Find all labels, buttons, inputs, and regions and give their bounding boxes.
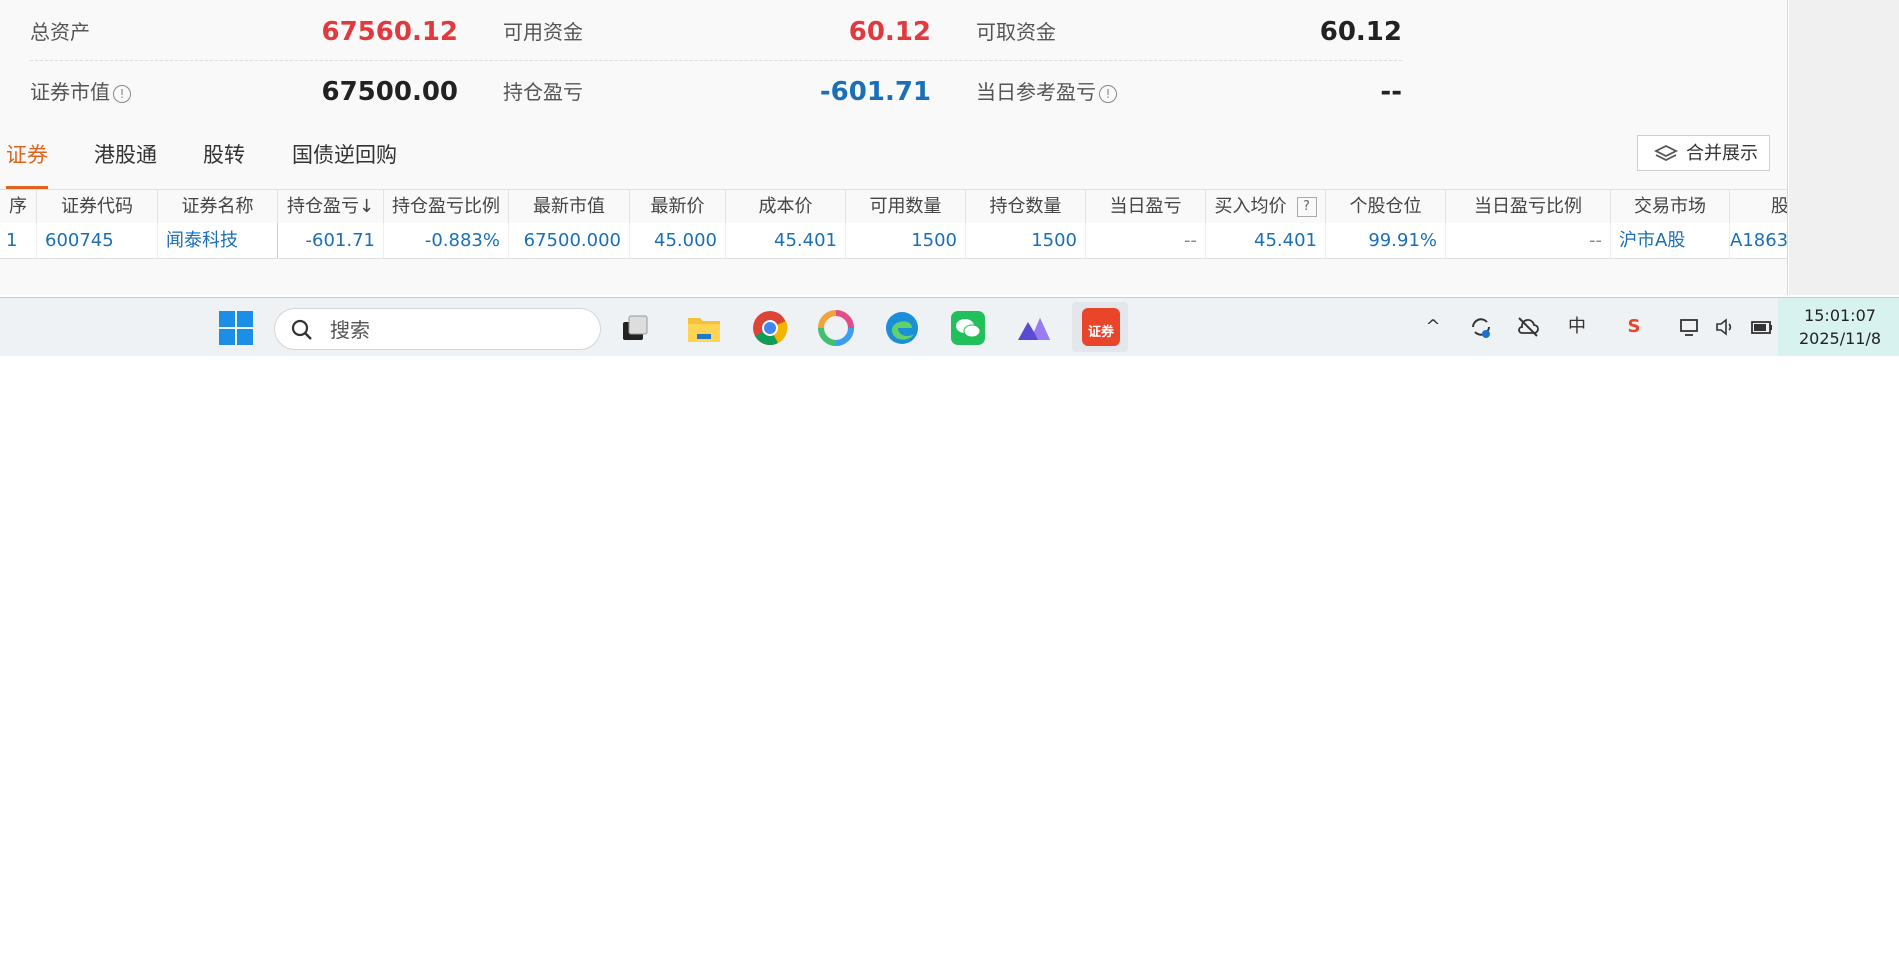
market-value-value: 67500.00 bbox=[321, 77, 458, 107]
photos-icon[interactable] bbox=[818, 310, 854, 346]
cell-position-ratio: 99.91% bbox=[1326, 223, 1446, 258]
sogou-input-icon[interactable]: S bbox=[1622, 315, 1646, 339]
col-header-position-ratio[interactable]: 个股仓位 bbox=[1326, 190, 1446, 223]
col-header-holding-qty[interactable]: 持仓数量 bbox=[966, 190, 1086, 223]
tab-hk-connect[interactable]: 港股通 bbox=[94, 138, 157, 188]
volume-icon[interactable] bbox=[1714, 315, 1738, 339]
battery-icon[interactable] bbox=[1750, 315, 1774, 339]
col-header-pnl-ratio[interactable]: 持仓盈亏比例 bbox=[384, 190, 509, 223]
background-window-edge bbox=[1789, 0, 1899, 295]
sync-icon[interactable] bbox=[1469, 315, 1493, 339]
info-icon[interactable]: ! bbox=[1099, 84, 1117, 103]
table-header: 序 证券代码 证券名称 持仓盈亏↓ 持仓盈亏比例 最新市值 最新价 成本价 可用… bbox=[0, 189, 1787, 224]
layers-icon bbox=[1654, 144, 1678, 162]
chrome-icon[interactable] bbox=[752, 310, 788, 346]
position-pnl-value: -601.71 bbox=[819, 77, 931, 107]
tab-reverse-repo[interactable]: 国债逆回购 bbox=[292, 138, 397, 188]
col-header-avg-buy-price[interactable]: 买入均价? bbox=[1206, 190, 1326, 223]
withdrawable-funds-value: 60.12 bbox=[1319, 17, 1402, 47]
cell-avg-buy-price: 45.401 bbox=[1206, 223, 1326, 258]
info-icon[interactable]: ! bbox=[113, 84, 131, 103]
taskbar-search-box[interactable]: 搜索 bbox=[274, 308, 601, 350]
trading-window: 总资产 67560.12 可用资金 60.12 可取资金 60.12 证券市值!… bbox=[0, 0, 1788, 295]
col-header-position-pnl-text: 持仓盈亏 bbox=[286, 196, 359, 217]
available-funds-label: 可用资金 bbox=[503, 20, 583, 44]
ime-indicator[interactable]: 中 bbox=[1565, 315, 1589, 339]
cell-last-price: 45.000 bbox=[630, 223, 726, 258]
edge-icon[interactable] bbox=[884, 310, 920, 346]
cell-holding-qty: 1500 bbox=[966, 223, 1086, 258]
search-icon bbox=[291, 319, 312, 340]
tab-securities[interactable]: 证券 bbox=[6, 138, 48, 189]
col-header-market[interactable]: 交易市场 bbox=[1611, 190, 1730, 223]
search-placeholder: 搜索 bbox=[330, 318, 370, 342]
summary-row-2: 证券市值! 67500.00 持仓盈亏 -601.71 当日参考盈亏! -- bbox=[30, 62, 1402, 120]
col-header-market-value[interactable]: 最新市值 bbox=[509, 190, 630, 223]
cell-name: 闻泰科技 bbox=[158, 223, 278, 258]
col-header-last-price[interactable]: 最新价 bbox=[630, 190, 726, 223]
col-header-cost-price[interactable]: 成本价 bbox=[726, 190, 846, 223]
cell-index: 1 bbox=[0, 223, 37, 258]
cell-cost-price: 45.401 bbox=[726, 223, 846, 258]
daily-ref-pnl-label-text: 当日参考盈亏 bbox=[976, 80, 1096, 104]
mountain-app-icon[interactable] bbox=[1016, 310, 1052, 346]
daily-ref-pnl-value: -- bbox=[1380, 77, 1402, 107]
col-header-name[interactable]: 证券名称 bbox=[158, 190, 278, 223]
col-header-daily-pnl[interactable]: 当日盈亏 bbox=[1086, 190, 1206, 223]
cell-shareholder: A1863 bbox=[1730, 230, 1787, 251]
col-header-daily-pnl-ratio[interactable]: 当日盈亏比例 bbox=[1446, 190, 1611, 223]
col-header-available-qty[interactable]: 可用数量 bbox=[846, 190, 966, 223]
cell-daily-pnl: -- bbox=[1086, 223, 1206, 258]
clock-date: 2025/11/8 bbox=[1798, 329, 1882, 348]
col-header-position-pnl[interactable]: 持仓盈亏↓ bbox=[278, 190, 384, 223]
col-header-avg-buy-price-text: 买入均价 bbox=[1214, 196, 1287, 217]
chevron-up-icon[interactable]: ^ bbox=[1421, 315, 1445, 339]
tab-share-transfer[interactable]: 股转 bbox=[203, 138, 245, 188]
position-pnl-label: 持仓盈亏 bbox=[503, 80, 583, 104]
sort-desc-icon: ↓ bbox=[358, 196, 375, 217]
network-icon[interactable] bbox=[1678, 315, 1702, 339]
daily-ref-pnl-label: 当日参考盈亏! bbox=[976, 62, 1136, 120]
available-funds-value: 60.12 bbox=[848, 17, 931, 47]
task-view-icon[interactable] bbox=[617, 310, 653, 346]
securities-app-icon[interactable]: 证券 bbox=[1082, 308, 1120, 346]
taskbar: 搜索 证券 ^ 中 S 15:01:07 2025/11/8 bbox=[0, 297, 1899, 356]
file-explorer-icon[interactable] bbox=[686, 310, 722, 346]
col-header-index[interactable]: 序 bbox=[0, 190, 37, 223]
taskbar-clock[interactable]: 15:01:07 2025/11/8 bbox=[1790, 304, 1890, 350]
cell-code: 600745 bbox=[37, 223, 158, 258]
help-icon[interactable]: ? bbox=[1296, 197, 1317, 217]
cell-daily-pnl-ratio: -- bbox=[1446, 223, 1611, 258]
cloud-off-icon[interactable] bbox=[1516, 315, 1540, 339]
withdrawable-funds-label: 可取资金 bbox=[976, 20, 1056, 44]
holdings-table: 序 证券代码 证券名称 持仓盈亏↓ 持仓盈亏比例 最新市值 最新价 成本价 可用… bbox=[0, 189, 1787, 259]
market-value-label: 证券市值! bbox=[30, 62, 180, 120]
market-value-label-text: 证券市值 bbox=[30, 80, 110, 104]
cell-position-pnl: -601.71 bbox=[278, 223, 384, 258]
total-assets-value: 67560.12 bbox=[321, 17, 458, 47]
clock-time: 15:01:07 bbox=[1804, 306, 1876, 325]
merge-display-button[interactable]: 合并展示 bbox=[1637, 135, 1770, 171]
cell-available-qty: 1500 bbox=[846, 223, 966, 258]
summary-row-1: 总资产 67560.12 可用资金 60.12 可取资金 60.12 bbox=[30, 2, 1402, 61]
windows-start-icon[interactable] bbox=[218, 310, 254, 346]
wechat-icon[interactable] bbox=[950, 310, 986, 346]
merge-display-label: 合并展示 bbox=[1686, 143, 1758, 164]
total-assets-label: 总资产 bbox=[30, 20, 90, 44]
cell-market: 沪市A股 bbox=[1611, 223, 1730, 258]
col-header-shareholder[interactable]: 股东 bbox=[1730, 190, 1787, 223]
cell-market-value: 67500.000 bbox=[509, 223, 630, 258]
col-header-code[interactable]: 证券代码 bbox=[37, 190, 158, 223]
table-row[interactable]: 1 600745 闻泰科技 -601.71 -0.883% 67500.000 … bbox=[0, 223, 1787, 259]
securities-app-badge: 证券 bbox=[1087, 325, 1114, 340]
cell-pnl-ratio: -0.883% bbox=[384, 223, 509, 258]
